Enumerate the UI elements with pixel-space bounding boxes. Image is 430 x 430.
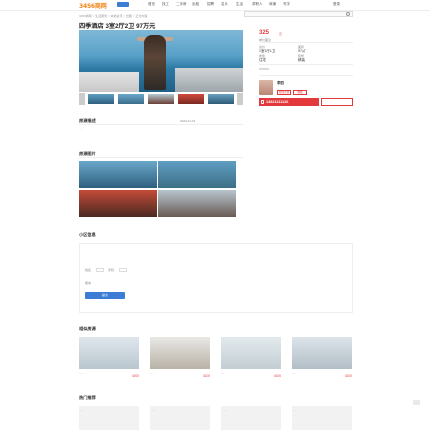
related-image xyxy=(292,337,352,369)
related-price: 4200 xyxy=(344,374,352,378)
thumbnail[interactable] xyxy=(177,93,205,105)
nav-item[interactable]: 出租 xyxy=(192,2,199,7)
hot-caption: … xyxy=(152,408,155,412)
phone-field[interactable] xyxy=(119,268,127,272)
related-card[interactable]: … 4100 xyxy=(150,337,210,378)
section-title: 小区信息 xyxy=(79,232,96,237)
submit-label: 提交 xyxy=(101,293,108,297)
login-link[interactable]: 登录 xyxy=(333,2,340,7)
search-icon[interactable] xyxy=(346,12,350,16)
related-caption: … xyxy=(292,371,295,375)
hot-card[interactable]: … xyxy=(292,406,352,430)
hot-card[interactable]: … xyxy=(150,406,210,430)
hot-card[interactable]: … xyxy=(79,406,139,430)
inquiry-form xyxy=(79,243,353,313)
related-card[interactable]: … 4100 xyxy=(221,337,281,378)
nav-item[interactable]: 首页 xyxy=(148,2,155,7)
breadcrumb: 3456商网 > 生活服务 > 本地资讯 > 出租 > 正文内容 xyxy=(79,14,148,18)
thumbnail[interactable] xyxy=(87,93,115,105)
related-price: 4100 xyxy=(202,374,210,378)
search-input[interactable] xyxy=(244,11,353,17)
name-field[interactable] xyxy=(96,268,104,272)
thumbnail[interactable] xyxy=(147,93,175,105)
nav-item[interactable]: 写字 xyxy=(283,2,290,7)
hot-caption: … xyxy=(223,408,226,412)
related-price: 4100 xyxy=(273,374,281,378)
hot-caption: … xyxy=(81,408,84,412)
favorite-button[interactable]: 收藏 xyxy=(293,90,307,95)
divider xyxy=(259,64,353,65)
related-caption: … xyxy=(79,371,82,375)
submit-button[interactable]: 提交 xyxy=(85,292,125,299)
next-arrow-icon[interactable] xyxy=(237,93,243,105)
boat-hull xyxy=(79,72,139,92)
boat-rail xyxy=(175,68,243,92)
gallery-image[interactable] xyxy=(79,190,157,217)
phone-number: 13821111126 xyxy=(266,100,289,104)
divider xyxy=(259,75,353,76)
form-label: 姓名 xyxy=(85,268,92,272)
divider xyxy=(79,157,243,158)
info-value: 住宅 xyxy=(259,58,266,62)
description-text: … xyxy=(79,127,82,131)
address-text: XXXXX xyxy=(259,67,270,71)
action-button[interactable] xyxy=(321,98,353,106)
section-title: 热门推荐 xyxy=(79,395,96,400)
nav-item[interactable]: 二手房 xyxy=(176,2,187,7)
phone-icon xyxy=(261,100,264,104)
back-to-top-button[interactable] xyxy=(413,400,420,405)
hot-caption: … xyxy=(294,408,297,412)
nav-item[interactable]: 商铺 xyxy=(269,2,276,7)
related-card[interactable]: … 4200 xyxy=(292,337,352,378)
related-card[interactable]: … 4200 xyxy=(79,337,139,378)
detail-date: 2023-01-15 xyxy=(180,119,196,123)
divider xyxy=(259,42,353,43)
nav-item[interactable]: 名片 xyxy=(221,2,228,7)
nav-item[interactable]: 找工 xyxy=(162,2,169,7)
hot-card[interactable]: … xyxy=(221,406,281,430)
gallery-image[interactable] xyxy=(158,161,236,188)
avatar xyxy=(259,80,273,95)
related-image xyxy=(150,337,210,369)
form-label: 手机 xyxy=(108,268,115,272)
gallery-image[interactable] xyxy=(158,190,236,217)
phone-button[interactable]: 13821111126 xyxy=(259,98,319,106)
related-caption: … xyxy=(150,371,153,375)
contact-name: 李四 xyxy=(277,81,284,85)
header-divider xyxy=(0,10,430,11)
section-title: 相似房源 xyxy=(79,326,96,331)
main-photo[interactable] xyxy=(79,30,243,92)
top-nav: 首页 找工 二手房 出租 招聘 名片 生活 求职人 商铺 写字 登录 xyxy=(0,0,430,10)
prev-arrow-icon[interactable] xyxy=(79,93,85,105)
gallery-image[interactable] xyxy=(79,161,157,188)
page-title: 四季酒店 3室2厅2卫 97万元 xyxy=(79,23,156,30)
nav-item[interactable]: 求职人 xyxy=(252,2,263,7)
photo-person xyxy=(144,35,166,90)
thumbnail-strip xyxy=(79,93,243,106)
related-caption: … xyxy=(221,371,224,375)
thumbnail[interactable] xyxy=(117,93,145,105)
info-value: 精装 xyxy=(298,58,305,62)
price-unit: 元 xyxy=(279,32,283,36)
nav-item[interactable]: 招聘 xyxy=(207,2,214,7)
divider xyxy=(79,124,243,125)
price-value: 325 xyxy=(259,30,270,36)
thumbnail[interactable] xyxy=(207,93,235,105)
nav-item[interactable]: 生活 xyxy=(236,2,243,7)
related-image xyxy=(79,337,139,369)
form-label: 留言 xyxy=(85,281,92,285)
chat-button[interactable]: 在线咨询 xyxy=(277,90,291,95)
related-price: 4200 xyxy=(131,374,139,378)
related-image xyxy=(221,337,281,369)
